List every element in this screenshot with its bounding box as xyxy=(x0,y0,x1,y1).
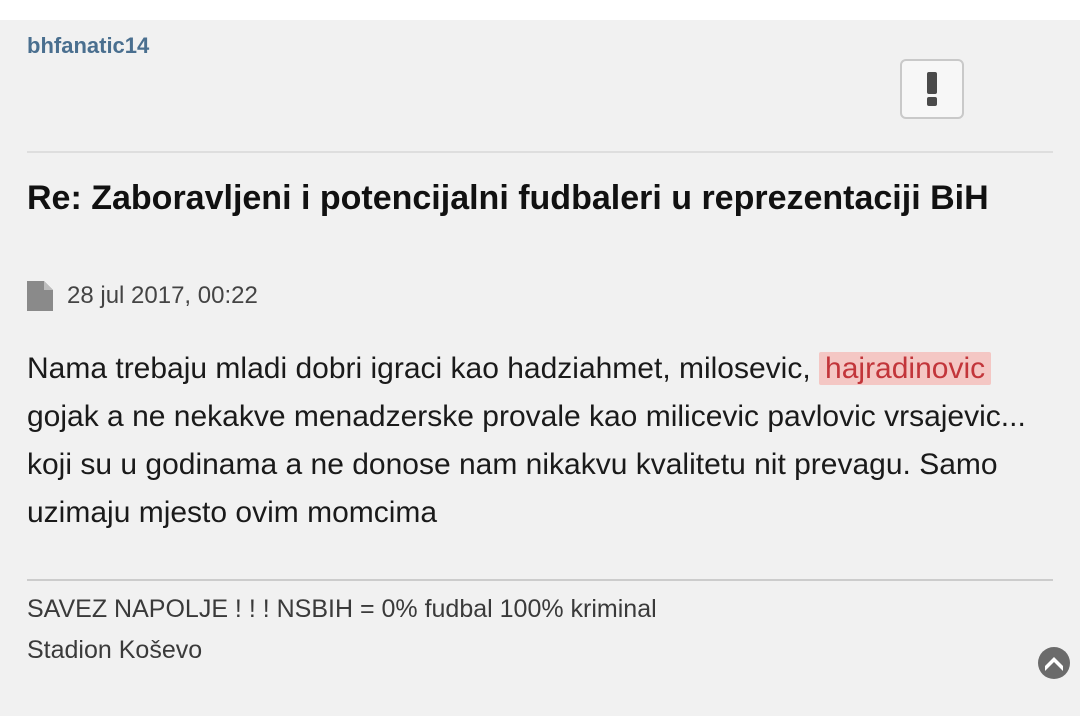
highlighted-word: hajradinovic xyxy=(819,352,992,385)
signature-line: SAVEZ NAPOLJE ! ! ! NSBIH = 0% fudbal 10… xyxy=(27,595,657,623)
chevron-up-icon[interactable] xyxy=(1037,646,1071,680)
report-post-button[interactable] xyxy=(900,59,964,119)
post-date-row: 28 jul 2017, 00:22 xyxy=(27,281,258,311)
file-icon xyxy=(27,281,53,311)
post-date: 28 jul 2017, 00:22 xyxy=(67,282,258,309)
signature-divider xyxy=(27,579,1053,581)
post-content-text: Nama trebaju mladi dobri igraci kao hadz… xyxy=(27,352,811,385)
header-divider xyxy=(27,151,1053,153)
post-author-link[interactable]: bhfanatic14 xyxy=(27,33,149,59)
exclamation-icon xyxy=(927,72,937,106)
post-content-text: gojak a ne nekakve menadzerske provale k… xyxy=(27,400,1026,529)
signature-line: Stadion Koševo xyxy=(27,636,203,664)
post-container: bhfanatic14 Re: Zaboravljeni i potencija… xyxy=(0,20,1080,716)
post-signature: SAVEZ NAPOLJE ! ! ! NSBIH = 0% fudbal 10… xyxy=(27,589,657,671)
post-content: Nama trebaju mladi dobri igraci kao hadz… xyxy=(27,345,1067,537)
post-title: Re: Zaboravljeni i potencijalni fudbaler… xyxy=(27,179,989,217)
